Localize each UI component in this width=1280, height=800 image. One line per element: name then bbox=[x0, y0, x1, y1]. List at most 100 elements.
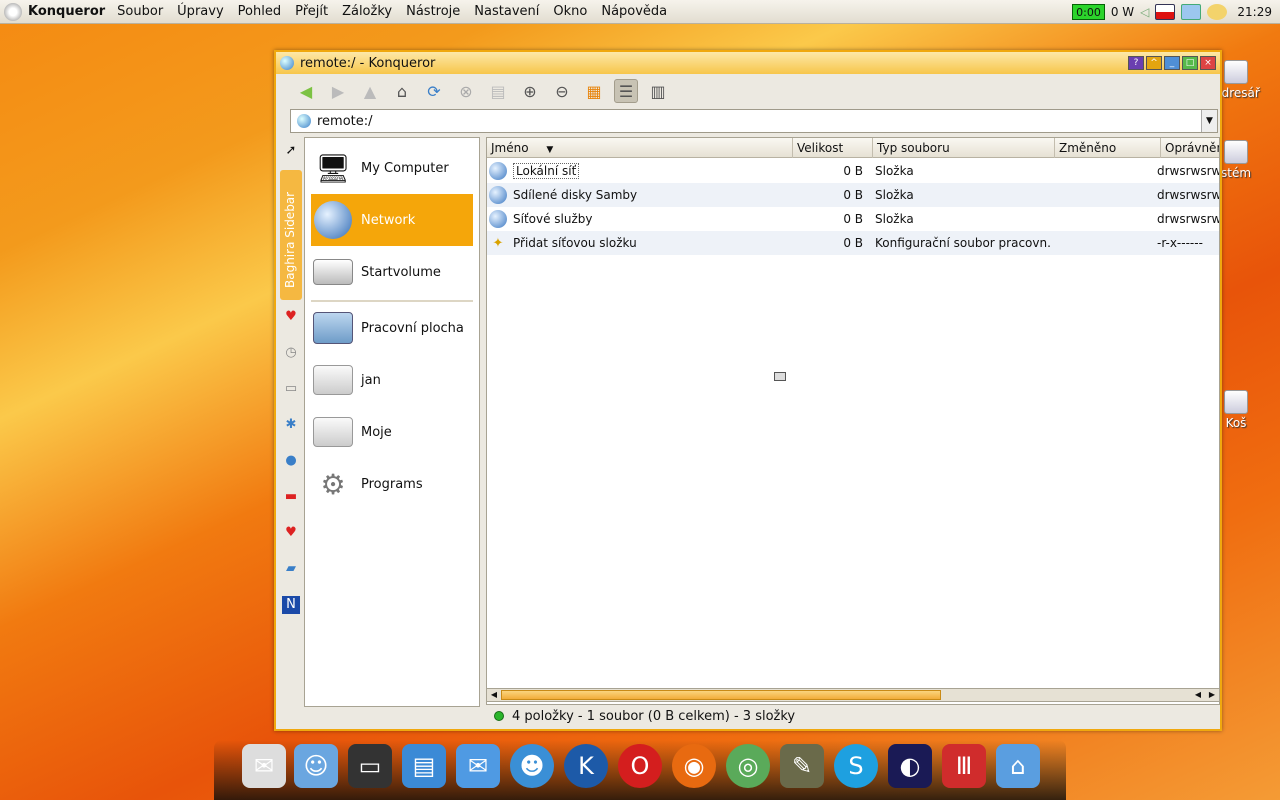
minimize-button[interactable]: _ bbox=[1164, 56, 1180, 70]
scroll-right-button[interactable]: ▶ bbox=[1205, 689, 1219, 701]
dock-kdict-icon[interactable]: ☺ bbox=[294, 744, 338, 788]
back-button[interactable]: ◀ bbox=[294, 79, 318, 103]
history-icon[interactable]: ◷ bbox=[282, 344, 300, 362]
dock-terminal-icon[interactable]: ▭ bbox=[348, 744, 392, 788]
devices-icon[interactable]: ▭ bbox=[282, 380, 300, 398]
weather-tray-icon[interactable] bbox=[1207, 4, 1228, 20]
menu-nastaveni[interactable]: Nastavení bbox=[474, 4, 539, 19]
menu-napoveda[interactable]: Nápověda bbox=[601, 4, 667, 19]
network-tray-icon[interactable] bbox=[1181, 4, 1202, 20]
file-size: 0 B bbox=[843, 164, 863, 178]
back-arrow-icon: ◀ bbox=[299, 81, 313, 101]
zoom-in-button[interactable]: ⊕ bbox=[518, 79, 542, 103]
menu-pohled[interactable]: Pohled bbox=[238, 4, 281, 19]
reload-button[interactable]: ⟳ bbox=[422, 79, 446, 103]
scroll-left-button[interactable]: ◀ bbox=[487, 689, 501, 701]
location-dropdown-button[interactable]: ▼ bbox=[1201, 110, 1217, 132]
horizontal-scrollbar[interactable]: ◀ ◀ ▶ bbox=[486, 688, 1220, 702]
detail-view-button[interactable]: ☰ bbox=[614, 79, 638, 103]
dock-archive-icon[interactable]: ▤ bbox=[402, 744, 446, 788]
dock-skype-icon[interactable]: S bbox=[834, 744, 878, 788]
table-row[interactable]: Sdílené disky Samby 0 B Složka drwsrwsrw bbox=[487, 183, 1220, 207]
media-icon[interactable]: ▬ bbox=[282, 488, 300, 506]
kde-programs-icon: ⚙ bbox=[320, 467, 346, 501]
menu-zalozky[interactable]: Záložky bbox=[342, 4, 392, 19]
column-permissions[interactable]: Oprávněn bbox=[1161, 138, 1219, 158]
file-type: Složka bbox=[875, 212, 914, 226]
sidebar-item-startvolume[interactable]: Startvolume bbox=[311, 246, 473, 298]
sidebar-item-jan[interactable]: jan bbox=[311, 354, 473, 406]
dock-gimp-icon[interactable]: ✎ bbox=[780, 744, 824, 788]
location-input[interactable]: remote:/ bbox=[317, 114, 373, 129]
dock-kopete-icon[interactable]: ☻ bbox=[510, 744, 554, 788]
stop-button[interactable]: ⊗ bbox=[454, 79, 478, 103]
dock-kontact-icon[interactable]: ✉ bbox=[242, 744, 286, 788]
file-perm: -r-x------ bbox=[1157, 236, 1203, 250]
wizard-wand-icon: ✦ bbox=[492, 235, 504, 251]
news-icon[interactable]: N bbox=[282, 596, 300, 614]
services-icon[interactable]: ✱ bbox=[282, 416, 300, 434]
sidebar-item-moje[interactable]: Moje bbox=[311, 406, 473, 458]
help-button[interactable]: ? bbox=[1128, 56, 1144, 70]
print-button[interactable]: ▤ bbox=[486, 79, 510, 103]
menu-prejit[interactable]: Přejít bbox=[295, 4, 328, 19]
zoom-out-button[interactable]: ⊖ bbox=[550, 79, 574, 103]
dock-firefox-icon[interactable]: ◉ bbox=[672, 744, 716, 788]
sidebar-item-label: Pracovní plocha bbox=[361, 320, 464, 336]
sidebar-tab-root-icon[interactable]: ➚ bbox=[282, 142, 300, 160]
shade-button[interactable]: ^ bbox=[1146, 56, 1162, 70]
dock-mail-icon[interactable]: ✉ bbox=[456, 744, 500, 788]
menu-nastroje[interactable]: Nástroje bbox=[406, 4, 460, 19]
table-row[interactable]: Síťové služby 0 B Složka drwsrwsrw bbox=[487, 207, 1219, 231]
tray-arrow-icon[interactable]: ◁ bbox=[1140, 5, 1149, 19]
sidebar-item-my-computer[interactable]: 🖥 My Computer bbox=[311, 142, 473, 194]
network-folder-icon bbox=[489, 162, 507, 180]
multicolumn-view-button[interactable]: ▥ bbox=[646, 79, 670, 103]
bookmarks-icon[interactable]: ♥ bbox=[282, 308, 300, 326]
dock-konqueror-icon[interactable]: K bbox=[564, 744, 608, 788]
table-row[interactable]: ✦ Přidat síťovou složku 0 B Konfigurační … bbox=[487, 231, 1219, 255]
file-type: Složka bbox=[875, 164, 914, 178]
column-type[interactable]: Typ souboru bbox=[873, 138, 1055, 158]
menu-okno[interactable]: Okno bbox=[553, 4, 587, 19]
menu-upravy[interactable]: Úpravy bbox=[177, 4, 223, 19]
file-perm: drwsrwsrw bbox=[1157, 188, 1220, 202]
window-titlebar[interactable]: remote:/ - Konqueror ? ^ _ □ × bbox=[276, 52, 1220, 74]
scrollbar-thumb[interactable] bbox=[501, 690, 941, 700]
dock-screensaver-icon[interactable]: ◐ bbox=[888, 744, 932, 788]
menu-soubor[interactable]: Soubor bbox=[117, 4, 163, 19]
close-button[interactable]: × bbox=[1200, 56, 1216, 70]
battery-indicator[interactable]: 0:00 bbox=[1072, 4, 1105, 20]
home-icon: ⌂ bbox=[396, 81, 408, 101]
forward-button[interactable]: ▶ bbox=[326, 79, 350, 103]
sidebar-panel: 🖥 My Computer Network Startvolume Pracov… bbox=[304, 137, 480, 707]
maximize-button[interactable]: □ bbox=[1182, 56, 1198, 70]
column-changed[interactable]: Změněno bbox=[1055, 138, 1161, 158]
location-bar[interactable]: remote:/ ▼ bbox=[290, 109, 1218, 133]
keyboard-layout-icon[interactable] bbox=[1155, 4, 1176, 20]
app-name[interactable]: Konqueror bbox=[28, 4, 105, 19]
home-button[interactable]: ⌂ bbox=[390, 79, 414, 103]
column-name[interactable]: Jméno ▼ bbox=[487, 138, 793, 158]
baghira-sidebar-tab[interactable]: Baghira Sidebar bbox=[280, 170, 302, 300]
sidebar-item-network[interactable]: Network bbox=[311, 194, 473, 246]
clock[interactable]: 21:29 bbox=[1237, 5, 1272, 19]
table-row[interactable]: Lokální síť 0 B Složka drwsrwsrw bbox=[487, 159, 1219, 183]
favorites-icon[interactable]: ♥ bbox=[282, 524, 300, 542]
sidebar-item-programs[interactable]: ⚙ Programs bbox=[311, 458, 473, 510]
remote-icon[interactable]: ▰ bbox=[282, 560, 300, 578]
dock-network-icon[interactable]: ◎ bbox=[726, 744, 770, 788]
network-icon[interactable]: ● bbox=[282, 452, 300, 470]
scroll-left-button-2[interactable]: ◀ bbox=[1191, 689, 1205, 701]
icon-view-button[interactable]: ▦ bbox=[582, 79, 606, 103]
dock-opera-icon[interactable]: O bbox=[618, 744, 662, 788]
sidebar-item-desktop[interactable]: Pracovní plocha bbox=[311, 302, 473, 354]
sidebar-item-label: Moje bbox=[361, 424, 392, 440]
dock-home-folder-icon[interactable]: ⌂ bbox=[996, 744, 1040, 788]
up-button[interactable]: ▲ bbox=[358, 79, 382, 103]
file-list-view: Jméno ▼ Velikost Typ souboru Změněno Opr… bbox=[486, 137, 1220, 705]
column-label: Jméno bbox=[491, 141, 529, 155]
kde-menu-icon[interactable] bbox=[4, 2, 22, 21]
column-size[interactable]: Velikost bbox=[793, 138, 873, 158]
dock-office-icon[interactable]: Ⅲ bbox=[942, 744, 986, 788]
